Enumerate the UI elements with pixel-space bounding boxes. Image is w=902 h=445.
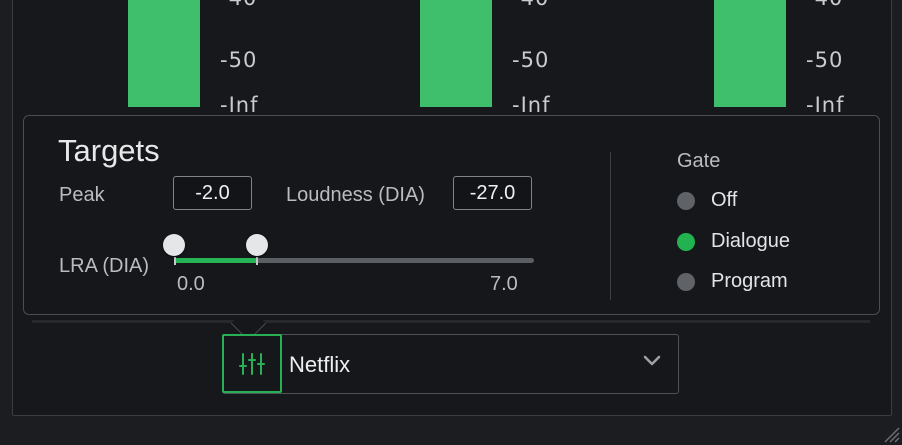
peak-input[interactable]: -2.0 [173,176,252,210]
preset-dropdown[interactable]: Netflix [222,334,679,394]
radio-dot [677,272,695,291]
targets-popover: Targets Peak -2.0 Loudness (DIA) -27.0 L… [23,115,880,315]
resize-grip-icon[interactable] [882,425,900,443]
scale-label: -50 [512,48,550,72]
scale-label: -50 [806,48,844,72]
radio-dot-selected [677,232,695,251]
gate-title: Gate [677,150,721,172]
gate-option-label: Dialogue [711,230,790,252]
level-meter-bar-2 [420,0,492,107]
level-meter-bar-1 [128,0,200,107]
targets-toggle-button[interactable] [222,334,282,393]
preset-value: Netflix [289,352,351,377]
loudness-input[interactable]: -27.0 [453,176,532,210]
scale-label: -40 [512,0,549,10]
targets-title: Targets [58,133,160,168]
lra-min-handle[interactable] [163,234,185,256]
level-meter-bar-3 [714,0,786,107]
sliders-icon [239,352,265,375]
lra-label: LRA (DIA) [59,255,150,277]
lra-max-tick [256,257,258,265]
lra-slider-range [174,258,258,263]
radio-dot [677,191,695,210]
peak-label: Peak [59,184,105,206]
lra-max-handle[interactable] [246,234,268,256]
popover-divider [610,152,611,300]
divider-line [32,320,870,323]
lra-min-tick [174,257,176,265]
gate-option-label: Off [711,189,738,211]
loudness-label: Loudness (DIA) [286,184,425,206]
gate-option-label: Program [711,270,788,292]
scale-label: -Inf [806,93,845,117]
lra-max-value: 7.0 [490,273,518,295]
gate-option-dialogue[interactable]: Dialogue [677,230,790,253]
gate-option-program[interactable]: Program [677,270,788,293]
scale-label: -40 [806,0,843,10]
scale-label: -40 [220,0,257,10]
gate-option-off[interactable]: Off [677,189,737,212]
scale-label: -50 [220,48,258,72]
chevron-down-icon [643,355,661,366]
scale-label: -Inf [512,93,551,117]
scale-label: -Inf [220,93,259,117]
lra-min-value: 0.0 [177,273,205,295]
